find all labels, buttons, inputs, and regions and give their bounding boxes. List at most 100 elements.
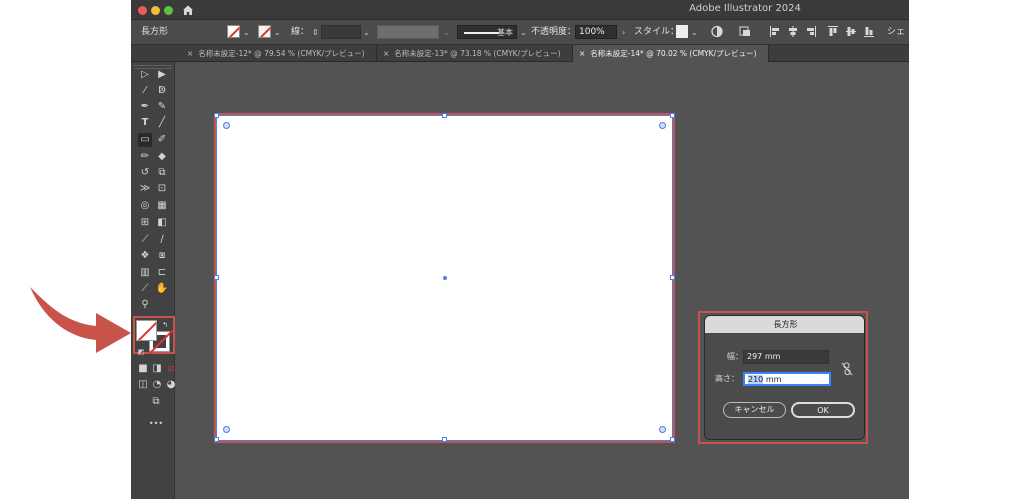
opacity-label: 不透明度： [531, 27, 577, 37]
opacity-input[interactable]: 100% [575, 25, 617, 39]
tab-label: 名称未設定-12* @ 79.54 % (CMYK/プレビュー) [198, 49, 365, 58]
corner-widget-bottom-left[interactable] [223, 426, 230, 433]
document-tab-bar: × 名称未設定-12* @ 79.54 % (CMYK/プレビュー) × 名称未設定… [131, 45, 909, 62]
align-to-icon[interactable] [739, 25, 751, 38]
gradient-tool-icon[interactable]: ◧ [155, 216, 169, 230]
zoom-tool-icon[interactable]: ⚲ [138, 298, 152, 312]
corner-widget-top-left[interactable] [223, 122, 230, 129]
align-bottom-icon[interactable] [863, 25, 875, 38]
screen-mode-icon[interactable]: ⧉ [149, 395, 163, 409]
width-tool-icon[interactable]: ≫ [138, 182, 152, 196]
brush-dropdown-icon[interactable]: ⌄ [520, 24, 527, 41]
edit-toolbar-button[interactable]: ••• [147, 417, 165, 431]
align-left-icon[interactable] [769, 25, 781, 38]
stroke-weight-dropdown-icon[interactable]: ⌄ [363, 24, 370, 41]
fill-swatch[interactable] [136, 320, 157, 341]
scale-tool-icon[interactable]: ⧉ [155, 166, 169, 180]
resize-handle-bottom-right[interactable] [670, 437, 675, 442]
close-tab-icon[interactable]: × [187, 49, 193, 58]
resize-handle-top-center[interactable] [442, 113, 447, 118]
profile-dropdown-icon[interactable]: ⌄ [443, 24, 450, 41]
corner-widget-bottom-right[interactable] [659, 426, 666, 433]
paintbrush-tool-icon[interactable]: ✐ [155, 133, 169, 147]
variable-width-profile-field[interactable] [377, 25, 439, 39]
resize-handle-bottom-left[interactable] [214, 437, 219, 442]
curvature-tool-icon[interactable]: ✎ [155, 100, 169, 114]
ok-button[interactable]: OK [791, 402, 855, 418]
slice-tool-icon[interactable]: ⟋ [138, 282, 152, 296]
style-dropdown-icon[interactable]: ⌄ [691, 24, 698, 41]
magic-wand-tool-icon[interactable]: ⁄ [138, 84, 152, 98]
close-tab-icon[interactable]: × [383, 49, 389, 58]
corner-widget-top-right[interactable] [659, 122, 666, 129]
control-bar: 長方形 ⌄ ⌄ 線： ⇕ ⌄ ⌄ 基本 ⌄ 不透明度： 100% › スタイル：… [131, 20, 909, 45]
opacity-dropdown-icon[interactable]: › [622, 24, 625, 41]
current-tool-label: 長方形 [141, 27, 169, 37]
free-transform-tool-icon[interactable]: ⊡ [155, 182, 169, 196]
rotate-tool-icon[interactable]: ↺ [138, 166, 152, 180]
style-label: スタイル： [634, 27, 680, 37]
shaper-tool-icon[interactable]: ✏ [138, 150, 152, 164]
artboard-tool-icon[interactable]: ⊏ [155, 266, 169, 280]
line-segment-tool-icon[interactable]: ╱ [155, 116, 169, 130]
fill-color-swatch[interactable] [227, 25, 240, 38]
align-right-icon[interactable] [805, 25, 817, 38]
cancel-button[interactable]: キャンセル [723, 402, 786, 418]
blend-tool-icon[interactable]: ∕ [155, 233, 169, 247]
width-label: 幅： [727, 352, 743, 361]
default-fill-stroke-icon[interactable]: ◩ [134, 345, 148, 359]
screenshot-stage: Adobe Illustrator 2024 長方形 ⌄ ⌄ 線： ⇕ ⌄ ⌄ … [0, 0, 1024, 499]
document-tab-12[interactable]: × 名称未設定-12* @ 79.54 % (CMYK/プレビュー) [181, 45, 377, 62]
resize-handle-top-left[interactable] [214, 113, 219, 118]
stroke-color-swatch[interactable] [258, 25, 271, 38]
hand-tool-icon[interactable]: ✋ [155, 282, 169, 296]
type-tool-icon[interactable]: T [138, 116, 152, 130]
center-point [443, 276, 447, 280]
graphic-style-swatch[interactable] [676, 25, 688, 38]
selection-tool-icon[interactable]: ▷ [138, 68, 152, 82]
close-tab-icon[interactable]: × [579, 49, 585, 58]
direct-selection-tool-icon[interactable]: ▶ [155, 68, 169, 82]
eyedropper-tool-icon[interactable]: ⟋ [138, 233, 152, 247]
mesh-tool-icon[interactable]: ⊞ [138, 216, 152, 230]
align-top-icon[interactable] [827, 25, 839, 38]
draw-normal-icon[interactable]: ◫ [136, 378, 150, 392]
symbol-tool-icon[interactable]: ⧆ [155, 249, 169, 263]
gradient-mode-icon[interactable]: ◨ [150, 362, 164, 376]
resize-handle-bottom-center[interactable] [442, 437, 447, 442]
shape-builder-tool-icon[interactable]: ◎ [138, 199, 152, 213]
document-tab-14[interactable]: × 名称未設定-14* @ 70.02 % (CMYK/プレビュー) [573, 45, 769, 62]
perspective-grid-tool-icon[interactable]: ▦ [155, 199, 169, 213]
height-input[interactable]: 210 mm [743, 372, 831, 386]
symbol-sprayer-tool-icon[interactable]: ❖ [138, 249, 152, 263]
shape-label-truncated[interactable]: シェ [887, 24, 905, 41]
dialog-title-bar[interactable]: 長方形 [705, 316, 864, 333]
height-label: 高さ： [715, 374, 739, 383]
column-graph-tool-icon[interactable]: ▥ [138, 266, 152, 280]
align-vertical-center-icon[interactable] [845, 25, 857, 38]
resize-handle-middle-left[interactable] [214, 275, 219, 280]
fill-dropdown-chevron-icon[interactable]: ⌄ [243, 24, 250, 41]
app-title: Adobe Illustrator 2024 [689, 3, 801, 14]
brush-definition-field[interactable]: 基本 [457, 25, 517, 39]
recolor-artwork-icon[interactable] [711, 25, 723, 38]
stroke-dropdown-chevron-icon[interactable]: ⌄ [274, 24, 281, 41]
color-mode-icon[interactable]: ■ [136, 362, 150, 376]
tab-label: 名称未設定-14* @ 70.02 % (CMYK/プレビュー) [590, 49, 757, 58]
document-tab-13[interactable]: × 名称未設定-13* @ 73.18 % (CMYK/プレビュー) [377, 45, 573, 62]
align-horizontal-center-icon[interactable] [787, 25, 799, 38]
stroke-weight-label: 線： [291, 27, 310, 37]
resize-handle-top-right[interactable] [670, 113, 675, 118]
stroke-stepper-icon[interactable]: ⇕ [312, 24, 319, 41]
swap-fill-stroke-icon[interactable]: ↰ [158, 318, 172, 332]
lasso-tool-icon[interactable]: ↁ [155, 84, 169, 98]
eraser-tool-icon[interactable]: ◆ [155, 150, 169, 164]
resize-handle-middle-right[interactable] [670, 275, 675, 280]
rectangle-tool-icon[interactable]: ▭ [138, 133, 152, 147]
tools-panel: ▷ ▶ ⁄ ↁ ✒ ✎ T ╱ ▭ ✐ ✏ ◆ ↺ ⧉ ≫ ⊡ ◎ ▦ ⊞ ◧ … [131, 62, 175, 499]
width-input[interactable]: 297 mm [743, 350, 829, 364]
stroke-weight-field[interactable] [321, 25, 361, 39]
pen-tool-icon[interactable]: ✒ [138, 100, 152, 114]
constrain-proportions-icon[interactable] [841, 362, 853, 376]
draw-behind-icon[interactable]: ◔ [150, 378, 164, 392]
